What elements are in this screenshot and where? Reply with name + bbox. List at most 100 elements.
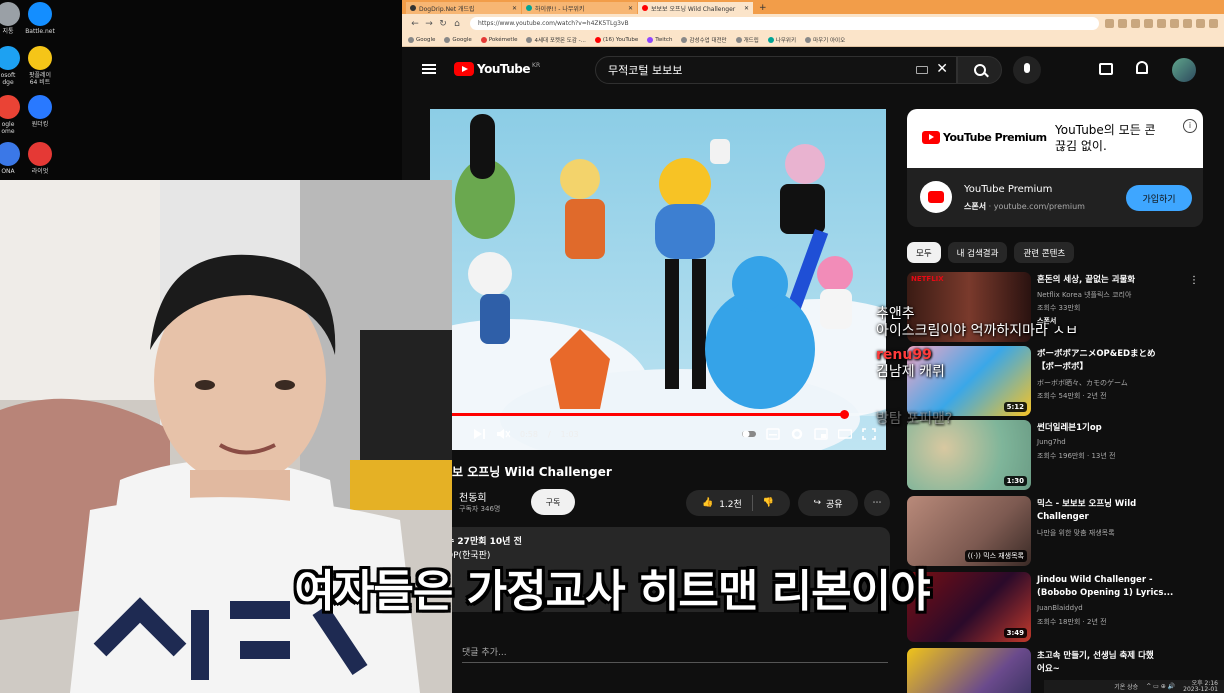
extension-icon[interactable]: [1144, 19, 1153, 28]
progress-bar[interactable]: [452, 410, 878, 419]
search-button[interactable]: [957, 56, 1002, 84]
tab-favicon-icon: [410, 5, 416, 11]
theater-mode-icon[interactable]: [838, 428, 852, 440]
menu-icon[interactable]: [422, 64, 436, 74]
ad-footer: YouTube Premium 스폰서 · youtube.com/premiu…: [907, 168, 1203, 227]
taskbar-tray: 기온 상승 ^ ▭ ⊕ 🔊 오후 2:16 2023-12-01: [1044, 680, 1224, 693]
tab-bar: DogDrip.Net 개드립 ✕ 하이큐!! - 나무위키 ✕ 보보보 오프닝…: [402, 0, 1224, 14]
extension-icon[interactable]: [1157, 19, 1166, 28]
extension-icon[interactable]: [1170, 19, 1179, 28]
list-item[interactable]: 1:30 썬더일레븐1기op Jung7hd 조회수 196만회 · 13년 전: [907, 420, 1207, 492]
player-controls: 0:58 / 1:03: [430, 418, 886, 450]
subtitles-icon[interactable]: [766, 428, 780, 440]
forward-button[interactable]: →: [422, 19, 436, 29]
time-total: 1:03: [560, 429, 579, 439]
search-input[interactable]: 무적코털 보보보 ✕: [595, 56, 957, 84]
reload-button[interactable]: ↻: [436, 19, 450, 29]
extension-icon[interactable]: [1131, 19, 1140, 28]
close-icon[interactable]: ✕: [628, 5, 633, 12]
youtube-play-icon: [922, 131, 940, 144]
bookmark-item[interactable]: 나무위키: [767, 36, 796, 44]
like-dislike-pill: 👍 1.2천 👎: [686, 490, 790, 516]
premium-logo: YouTube Premium: [922, 131, 1047, 144]
premium-channel-icon: [920, 181, 952, 213]
subscriber-count: 구독자 346명: [459, 505, 501, 513]
share-button[interactable]: ↪ 공유: [798, 490, 858, 516]
bookmark-item[interactable]: 개드립: [735, 36, 759, 44]
premium-ad-card[interactable]: YouTube Premium YouTube의 모든 콘 끊김 없이. i Y…: [907, 109, 1203, 227]
chip-my-searches[interactable]: 내 검색결과: [947, 242, 1008, 263]
nav-bar: ← → ↻ ⌂ https://www.youtube.com/watch?v=…: [402, 14, 1224, 33]
video-player[interactable]: 0:58 / 1:03: [430, 109, 886, 450]
chip-all[interactable]: 모두: [907, 242, 941, 263]
close-icon[interactable]: ✕: [744, 5, 749, 12]
thumbs-up-icon[interactable]: 👍: [702, 498, 713, 508]
tab-namuwiki[interactable]: 하이큐!! - 나무위키 ✕: [522, 2, 637, 14]
fullscreen-icon[interactable]: [862, 428, 876, 440]
extension-icon[interactable]: [1105, 19, 1114, 28]
time-separator: /: [547, 429, 551, 439]
extension-icon[interactable]: [1183, 19, 1192, 28]
mute-icon[interactable]: [496, 428, 510, 440]
close-icon[interactable]: ✕: [512, 5, 517, 12]
screen: 지통 Battle.net osoft dge 팟플레이 64 비트 ogle ome…: [0, 0, 1224, 693]
menu-icon[interactable]: [1209, 19, 1218, 28]
extension-icon[interactable]: [1196, 19, 1205, 28]
bookmark-item[interactable]: (16) YouTube: [594, 36, 638, 43]
info-icon[interactable]: i: [1183, 119, 1197, 133]
tab-youtube[interactable]: 보보보 오프닝 Wild Challenger ✕: [638, 2, 753, 14]
stream-subtitle: 여자들은 가정교사 히트맨 리본이야: [294, 566, 930, 617]
bookmarks-bar: Google Google Pokémetle 4세대 포켓몬 도감 -... …: [402, 33, 1224, 47]
bookmark-item[interactable]: 감성수업 대전만: [681, 36, 727, 44]
video-thumbnail[interactable]: [907, 648, 1031, 693]
home-button[interactable]: ⌂: [450, 19, 464, 29]
tab-favicon-icon: [642, 5, 648, 11]
more-actions-button[interactable]: ⋯: [864, 490, 890, 516]
keyboard-icon[interactable]: [916, 66, 928, 74]
clear-search-icon[interactable]: ✕: [936, 61, 948, 77]
desktop-icon-battlenet[interactable]: Battle.net: [14, 2, 66, 35]
filter-chips: 모두 내 검색결과 관련 콘텐츠: [907, 242, 1075, 263]
bookmark-item[interactable]: Pokémetle: [480, 36, 517, 43]
desktop: 지통 Battle.net osoft dge 팟플레이 64 비트 ogle ome…: [0, 0, 402, 180]
channel-name[interactable]: 천동희: [459, 489, 487, 504]
desktop-icon-riot[interactable]: 라이엇: [14, 142, 66, 175]
video-frame: [430, 109, 886, 450]
comment-input[interactable]: 댓글 추가...: [462, 645, 507, 658]
create-video-icon[interactable]: [1099, 63, 1113, 75]
youtube-play-icon: [454, 62, 474, 76]
avatar[interactable]: [1172, 58, 1196, 82]
settings-gear-icon[interactable]: [790, 428, 804, 440]
tab-dogdrip[interactable]: DogDrip.Net 개드립 ✕: [406, 2, 521, 14]
desktop-icon-app[interactable]: 원더킹: [14, 95, 66, 128]
autoplay-toggle-icon[interactable]: [742, 428, 756, 440]
join-button[interactable]: 가입하기: [1126, 185, 1192, 211]
bookmark-item[interactable]: Google: [408, 36, 435, 43]
ad-copy: YouTube의 모든 콘 끊김 없이.: [1055, 123, 1156, 153]
chip-related[interactable]: 관련 콘텐츠: [1014, 242, 1075, 263]
share-icon: ↪: [813, 498, 821, 508]
bookmark-item[interactable]: 마우기 아이오: [805, 36, 845, 44]
desktop-icon-potplayer[interactable]: 팟플레이 64 비트: [14, 46, 66, 86]
bookmark-item[interactable]: Twitch: [647, 36, 672, 43]
notifications-icon[interactable]: [1136, 61, 1148, 74]
new-tab-button[interactable]: +: [754, 2, 772, 14]
video-title: 보 오프닝 Wild Challenger: [452, 465, 612, 479]
ad-banner[interactable]: YouTube Premium YouTube의 모든 콘 끊김 없이. i: [907, 109, 1203, 168]
youtube-logo[interactable]: YouTube KR: [454, 62, 540, 76]
tray-icons[interactable]: ^ ▭ ⊕ 🔊: [1146, 683, 1175, 690]
tab-favicon-icon: [526, 5, 532, 11]
subscribe-button[interactable]: 구독: [531, 489, 575, 515]
extension-icon[interactable]: [1118, 19, 1127, 28]
bookmark-item[interactable]: Google: [444, 36, 472, 43]
thumbs-down-icon[interactable]: 👎: [763, 498, 774, 508]
miniplayer-icon[interactable]: [814, 428, 828, 440]
more-options-icon[interactable]: ⋮: [1189, 275, 1199, 286]
play-icon[interactable]: [472, 428, 486, 440]
time-current: 0:58: [520, 429, 538, 439]
video-thumbnail[interactable]: 1:30: [907, 420, 1031, 490]
voice-search-button[interactable]: [1013, 56, 1041, 84]
back-button[interactable]: ←: [408, 19, 422, 29]
address-bar[interactable]: https://www.youtube.com/watch?v=h4ZK5TLg…: [470, 17, 1099, 30]
bookmark-item[interactable]: 4세대 포켓몬 도감 -...: [526, 36, 586, 44]
